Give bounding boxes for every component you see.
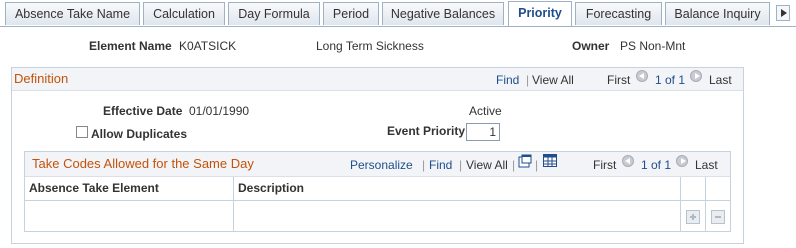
tab-divider — [0, 26, 796, 27]
allow-duplicates-label: Allow Duplicates — [91, 127, 188, 141]
separator: | — [526, 73, 530, 87]
take-codes-title: Take Codes Allowed for the Same Day — [32, 156, 254, 171]
previous-icon[interactable] — [636, 70, 648, 82]
table-row — [25, 202, 730, 231]
take-codes-view-all[interactable]: View All — [466, 158, 508, 172]
tab-period[interactable]: Period — [323, 2, 379, 25]
event-priority-label: Event Priority — [387, 124, 466, 138]
definition-view-all[interactable]: View All — [532, 73, 574, 87]
grid-download-icon[interactable] — [543, 154, 557, 167]
allow-duplicates-checkbox[interactable] — [76, 126, 88, 138]
tab-forecasting[interactable]: Forecasting — [575, 2, 662, 25]
column-header-description: Description — [234, 177, 680, 201]
event-priority-input[interactable] — [466, 123, 500, 141]
element-name-value: K0ATSICK — [179, 39, 237, 53]
column-header-delete — [705, 177, 730, 201]
tab-priority[interactable]: Priority — [508, 1, 572, 27]
definition-last-label[interactable]: Last — [709, 73, 732, 87]
new-window-icon[interactable] — [518, 154, 532, 168]
previous-icon[interactable] — [622, 155, 634, 167]
column-header-add — [680, 177, 705, 201]
separator: | — [512, 158, 516, 172]
tab-calculation[interactable]: Calculation — [143, 2, 225, 25]
column-header-absence-take-element: Absence Take Element — [25, 177, 234, 201]
tab-negative-balances[interactable]: Negative Balances — [382, 2, 504, 25]
next-tabs-arrow-icon[interactable] — [776, 5, 790, 21]
take-codes-header: Take Codes Allowed for the Same Day Pers… — [25, 152, 730, 177]
definition-range: 1 of 1 — [655, 73, 686, 87]
owner-label: Owner — [572, 39, 610, 53]
tab-bar: Absence Take Name Calculation Day Formul… — [0, 0, 796, 27]
tab-absence-take-name[interactable]: Absence Take Name — [5, 2, 140, 25]
next-icon[interactable] — [676, 155, 688, 167]
tab-day-formula[interactable]: Day Formula — [228, 2, 320, 25]
add-row-icon[interactable] — [686, 210, 700, 224]
take-codes-find-link[interactable]: Find — [429, 158, 452, 172]
definition-header: Definition Find | View All First 1 of 1 … — [12, 68, 743, 91]
element-description: Long Term Sickness — [316, 39, 424, 53]
take-codes-first-label[interactable]: First — [593, 158, 616, 172]
status-value: Active — [469, 104, 502, 118]
effective-date-value: 01/01/1990 — [189, 104, 250, 118]
take-codes-grid: Take Codes Allowed for the Same Day Pers… — [24, 151, 731, 232]
delete-row-icon[interactable] — [711, 210, 725, 224]
take-codes-range: 1 of 1 — [641, 158, 672, 172]
definition-find-link[interactable]: Find — [496, 73, 519, 87]
separator: | — [535, 158, 539, 172]
definition-first-label[interactable]: First — [607, 73, 630, 87]
tab-balance-inquiry[interactable]: Balance Inquiry — [665, 2, 770, 25]
personalize-link[interactable]: Personalize — [350, 158, 413, 172]
effective-date-label: Effective Date — [103, 104, 183, 118]
take-codes-last-label[interactable]: Last — [695, 158, 718, 172]
separator: | — [422, 158, 426, 172]
owner-value: PS Non-Mnt — [620, 39, 686, 53]
separator: | — [459, 158, 463, 172]
definition-title: Definition — [14, 71, 69, 86]
next-icon[interactable] — [690, 70, 702, 82]
element-name-label: Element Name — [89, 39, 172, 53]
